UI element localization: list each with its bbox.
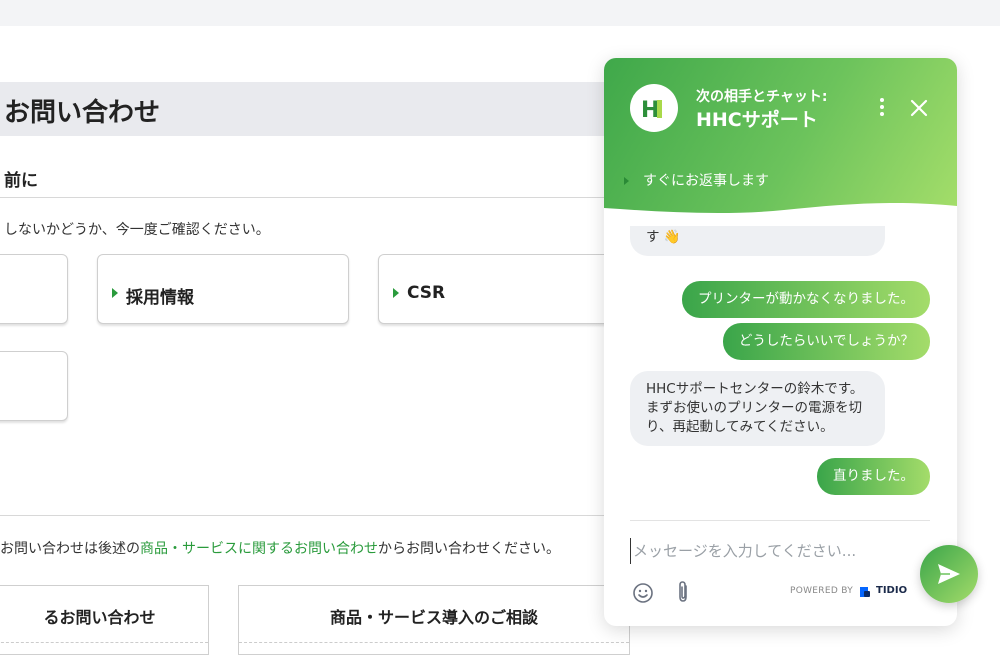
header-title: HHCサポート xyxy=(696,109,818,131)
emoji-icon[interactable] xyxy=(632,582,654,604)
tidio-logo-icon xyxy=(858,584,872,598)
section-heading: 前に xyxy=(4,171,38,191)
tab-inquiry[interactable]: るお問い合わせ xyxy=(0,585,209,655)
message-operator: HHCサポートセンターの鈴木です。まずお使いのプリンターの電源を切り、再起動して… xyxy=(630,371,885,446)
product-inquiry-link[interactable]: 商品・サービスに関するお問い合わせ xyxy=(140,541,378,557)
send-button[interactable] xyxy=(920,545,978,603)
link-card-label: CSR xyxy=(407,283,446,303)
link-card-4[interactable] xyxy=(0,351,68,421)
link-card-recruit[interactable]: 採用情報 xyxy=(97,254,349,324)
header-wave xyxy=(604,203,957,226)
message-user: プリンターが動かなくなりました。 xyxy=(682,281,930,318)
link-card-1[interactable] xyxy=(0,254,68,324)
message-list[interactable]: は、随時お手伝いさせていただきます 👋 プリンターが動かなくなりました。 どうし… xyxy=(604,208,957,513)
arrow-right-icon xyxy=(393,288,399,298)
info-text: お問い合わせは後述の商品・サービスに関するお問い合わせからお問い合わせください。 xyxy=(0,541,560,557)
send-icon xyxy=(938,564,960,584)
chat-widget: は、随時お手伝いさせていただきます 👋 プリンターが動かなくなりました。 どうし… xyxy=(604,58,957,626)
header-subtitle: 次の相手とチャット: xyxy=(696,89,828,105)
support-avatar: H xyxy=(630,84,678,132)
top-bar xyxy=(0,0,1000,26)
divider xyxy=(0,197,610,198)
powered-by-text: POWERED BY xyxy=(790,586,854,596)
tidio-brand: TIDIO xyxy=(876,585,908,596)
tab-label: 商品・サービス導入のご相談 xyxy=(329,608,538,627)
link-card-label: 採用情報 xyxy=(126,288,194,308)
tab-consultation[interactable]: 商品・サービス導入のご相談 xyxy=(238,585,630,655)
message-user: どうしたらいいでしょうか？ xyxy=(722,323,930,360)
message-user: 直りました。 xyxy=(817,458,930,495)
indicator-icon xyxy=(624,177,629,185)
tab-label: るお問い合わせ xyxy=(43,608,156,627)
reply-time-info: すぐにお返事します xyxy=(624,170,769,190)
close-icon[interactable] xyxy=(907,96,931,120)
arrow-right-icon xyxy=(112,288,118,298)
message-input[interactable] xyxy=(630,538,900,564)
input-divider xyxy=(630,520,930,521)
link-card-csr[interactable]: CSR xyxy=(378,254,618,324)
notice-text: しないかどうか、今一度ご確認ください。 xyxy=(4,222,270,238)
chat-header: H 次の相手とチャット: HHCサポート すぐにお返事します xyxy=(604,58,957,226)
divider xyxy=(0,515,610,516)
attachment-icon[interactable] xyxy=(672,580,694,604)
svg-text:H: H xyxy=(641,98,659,123)
more-options-icon[interactable] xyxy=(872,96,892,118)
page-title: お問い合わせ xyxy=(4,98,161,128)
